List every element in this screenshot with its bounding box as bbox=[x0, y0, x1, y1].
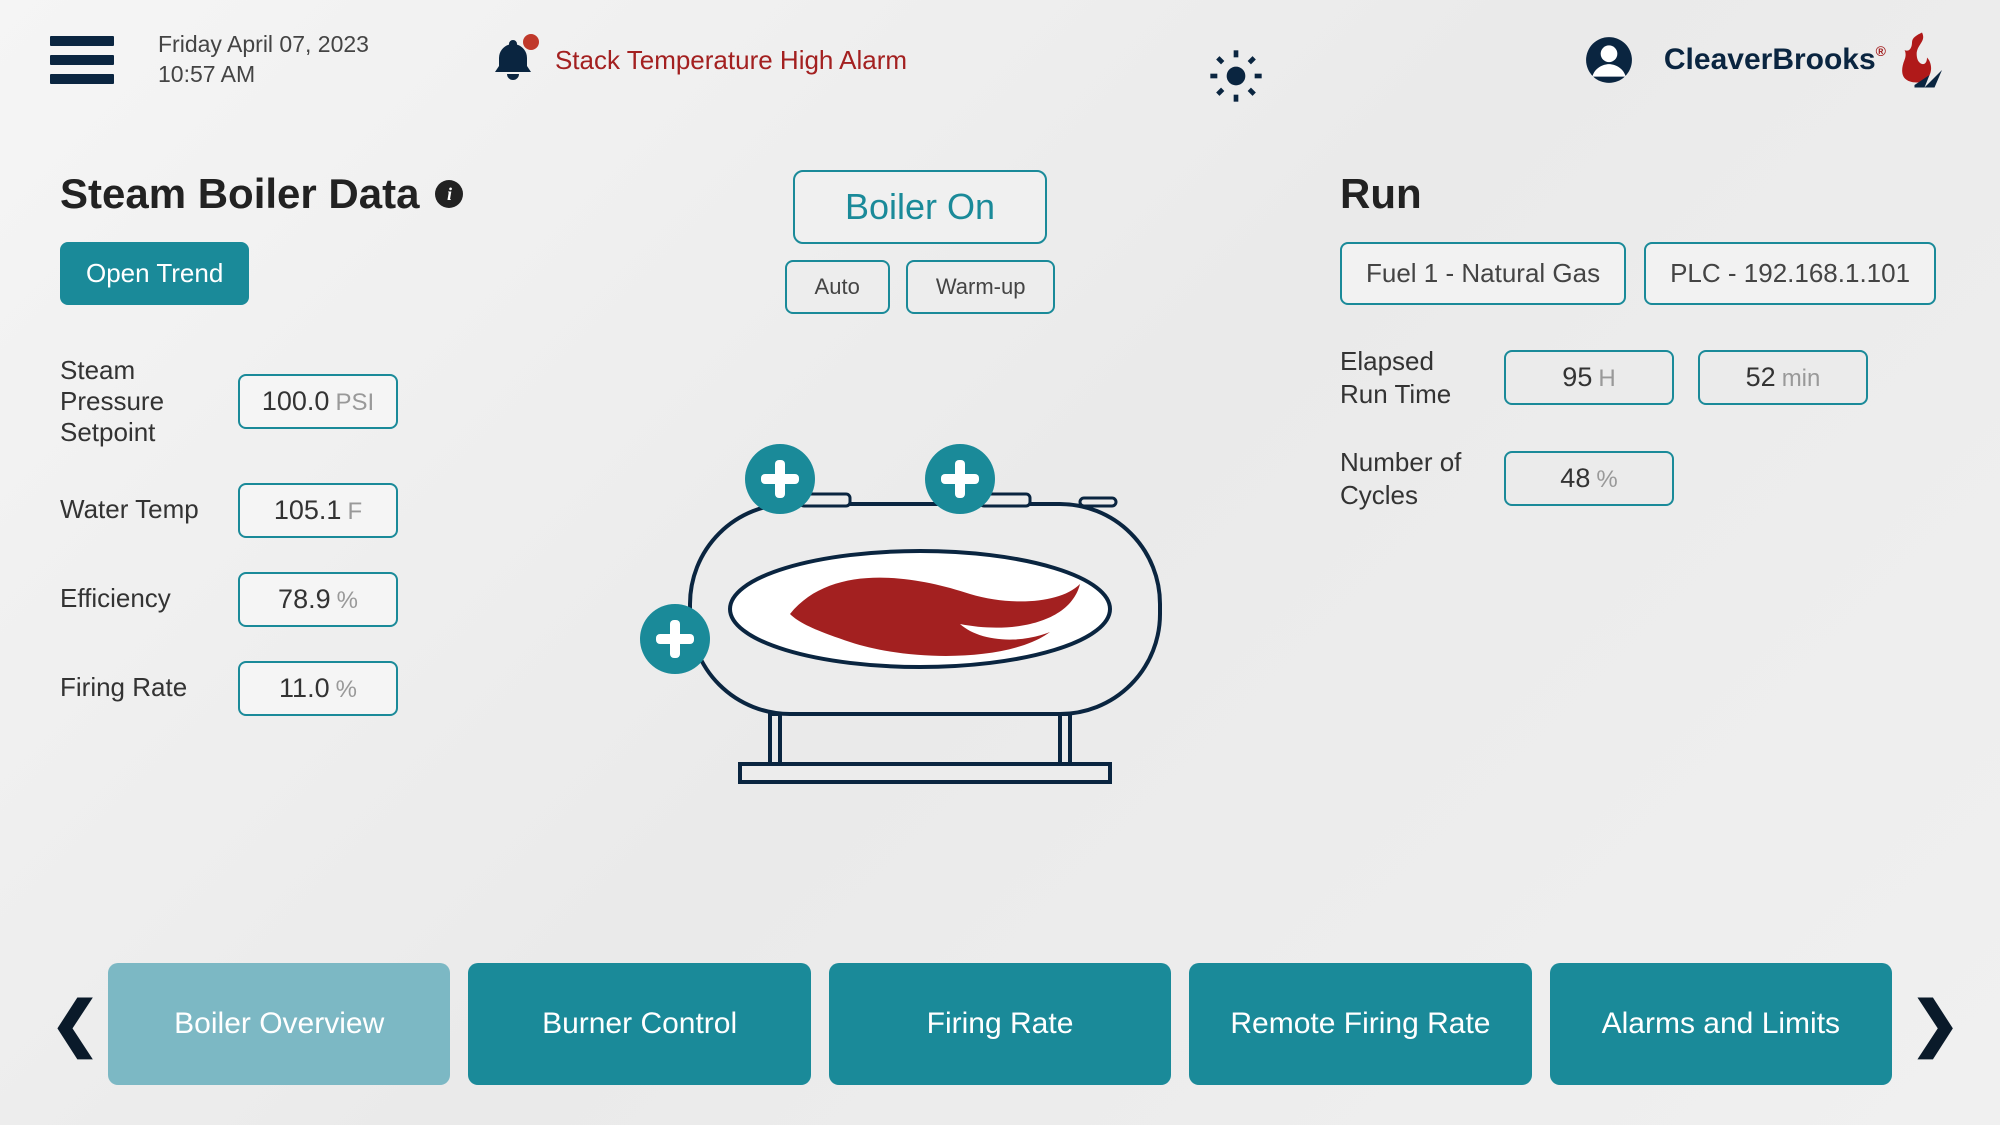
label-water-temp: Water Temp bbox=[60, 494, 210, 525]
header: Friday April 07, 2023 10:57 AM Stack Tem… bbox=[0, 0, 2000, 110]
menu-icon[interactable] bbox=[50, 36, 114, 84]
alarm-text: Stack Temperature High Alarm bbox=[555, 45, 907, 76]
value-cycles: 48% bbox=[1504, 451, 1674, 506]
date-text: Friday April 07, 2023 bbox=[158, 30, 369, 60]
row-cycles: Number of Cycles 48% bbox=[1340, 446, 1940, 511]
nav-next-icon[interactable]: ❯ bbox=[1910, 989, 1950, 1059]
alarm-group[interactable]: Stack Temperature High Alarm bbox=[489, 36, 907, 84]
brand-a: Cleaver bbox=[1664, 43, 1772, 76]
user-icon[interactable] bbox=[1584, 35, 1634, 85]
boiler-hotspot-side[interactable] bbox=[640, 604, 710, 674]
nav-remote-firing-rate[interactable]: Remote Firing Rate bbox=[1189, 963, 1531, 1085]
nav-burner-control[interactable]: Burner Control bbox=[468, 963, 810, 1085]
bottom-nav: ❮ Boiler Overview Burner Control Firing … bbox=[0, 963, 2000, 1085]
fuel-chip: Fuel 1 - Natural Gas bbox=[1340, 242, 1626, 305]
value-water-temp[interactable]: 105.1F bbox=[238, 483, 398, 538]
value-efficiency[interactable]: 78.9% bbox=[238, 572, 398, 627]
datetime: Friday April 07, 2023 10:57 AM bbox=[158, 30, 369, 90]
label-firing-rate: Firing Rate bbox=[60, 672, 210, 703]
brand-b: Brooks bbox=[1772, 43, 1875, 76]
left-panel: Steam Boiler Data i Open Trend Steam Pre… bbox=[60, 170, 500, 799]
open-trend-button[interactable]: Open Trend bbox=[60, 242, 249, 305]
boiler-hotspot-top-right[interactable] bbox=[925, 444, 995, 514]
label-efficiency: Efficiency bbox=[60, 583, 210, 614]
nav-firing-rate[interactable]: Firing Rate bbox=[829, 963, 1171, 1085]
label-cycles: Number of Cycles bbox=[1340, 446, 1480, 511]
label-runtime: Elapsed Run Time bbox=[1340, 345, 1480, 410]
boiler-hotspot-top-left[interactable] bbox=[745, 444, 815, 514]
auto-chip[interactable]: Auto bbox=[785, 260, 890, 314]
flame-icon bbox=[1894, 30, 1950, 90]
plc-chip: PLC - 192.168.1.101 bbox=[1644, 242, 1936, 305]
nav-boiler-overview[interactable]: Boiler Overview bbox=[108, 963, 450, 1085]
row-water-temp: Water Temp 105.1F bbox=[60, 483, 500, 538]
right-panel: Run Fuel 1 - Natural Gas PLC - 192.168.1… bbox=[1340, 170, 1940, 799]
value-steam-pressure[interactable]: 100.0PSI bbox=[238, 374, 398, 429]
info-icon[interactable]: i bbox=[435, 180, 463, 208]
value-mins: 52min bbox=[1698, 350, 1868, 405]
nav-prev-icon[interactable]: ❮ bbox=[50, 989, 90, 1059]
row-efficiency: Efficiency 78.9% bbox=[60, 572, 500, 627]
row-runtime: Elapsed Run Time 95H 52min bbox=[1340, 345, 1940, 410]
brand-logo: CleaverBrooks® bbox=[1664, 30, 1950, 90]
value-firing-rate[interactable]: 11.0% bbox=[238, 661, 398, 716]
time-text: 10:57 AM bbox=[158, 60, 369, 90]
boiler-diagram bbox=[650, 464, 1190, 799]
alarm-dot-icon bbox=[523, 34, 539, 50]
warmup-chip[interactable]: Warm-up bbox=[906, 260, 1056, 314]
value-hours: 95H bbox=[1504, 350, 1674, 405]
boiler-on-button[interactable]: Boiler On bbox=[793, 170, 1047, 244]
left-title-row: Steam Boiler Data i bbox=[60, 170, 500, 218]
right-title: Run bbox=[1340, 170, 1422, 218]
row-steam-pressure: Steam Pressure Setpoint 100.0PSI bbox=[60, 355, 500, 449]
label-steam-pressure: Steam Pressure Setpoint bbox=[60, 355, 210, 449]
left-title: Steam Boiler Data bbox=[60, 170, 419, 218]
center-panel: Boiler On Auto Warm-up bbox=[520, 170, 1320, 799]
row-firing-rate: Firing Rate 11.0% bbox=[60, 661, 500, 716]
brightness-icon[interactable] bbox=[1208, 48, 1264, 104]
bell-icon[interactable] bbox=[489, 36, 537, 84]
nav-alarms-limits[interactable]: Alarms and Limits bbox=[1550, 963, 1892, 1085]
